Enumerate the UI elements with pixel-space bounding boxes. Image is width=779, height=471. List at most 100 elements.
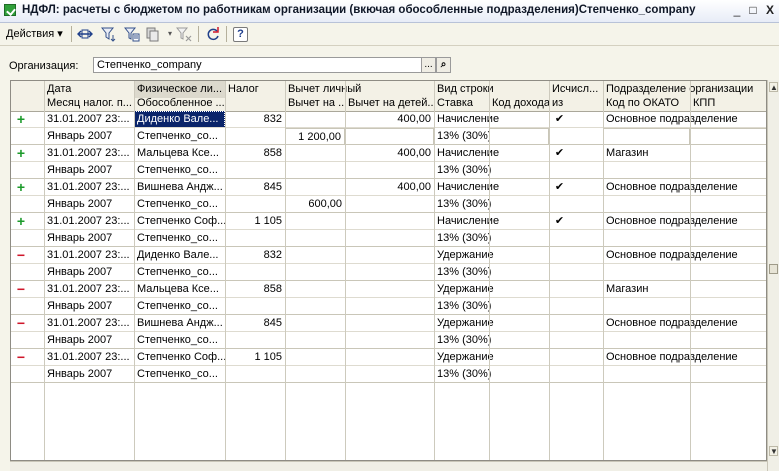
- deduction-children-cell[interactable]: [345, 332, 434, 349]
- okato-cell[interactable]: [603, 128, 690, 145]
- vertical-scrollbar[interactable]: ▲ ▼: [767, 80, 779, 471]
- division-cell[interactable]: Магазин: [603, 145, 766, 162]
- close-button[interactable]: X: [762, 3, 778, 18]
- isolated-division-cell[interactable]: Степченко_со...: [134, 196, 225, 213]
- scroll-up-icon[interactable]: ▲: [769, 82, 778, 92]
- filter-list-icon[interactable]: [123, 26, 140, 42]
- person-cell[interactable]: Диденко Вале...: [134, 111, 225, 128]
- isolated-division-cell[interactable]: Степченко_со...: [134, 298, 225, 315]
- clear-filter-icon[interactable]: [175, 26, 192, 42]
- row-type-cell[interactable]: Удержание: [434, 247, 549, 264]
- date-cell[interactable]: 31.01.2007 23:...: [44, 213, 134, 230]
- isolated-division-cell[interactable]: Степченко_со...: [134, 162, 225, 179]
- check-icon[interactable]: [549, 315, 570, 332]
- row-type-cell[interactable]: Начисление: [434, 213, 549, 230]
- row-type-cell[interactable]: Начисление: [434, 179, 549, 196]
- month-cell[interactable]: Январь 2007: [44, 162, 134, 179]
- organization-select-button[interactable]: ...: [421, 57, 436, 73]
- deduction-personal-cell[interactable]: 400,00: [285, 145, 434, 162]
- deduction-personal-cell[interactable]: 400,00: [285, 179, 434, 196]
- actions-menu[interactable]: Действия ▾: [6, 27, 63, 40]
- date-cell[interactable]: 31.01.2007 23:...: [44, 111, 134, 128]
- col-month[interactable]: Месяц налог. п...: [44, 95, 134, 112]
- month-cell[interactable]: Январь 2007: [44, 230, 134, 247]
- kpp-cell[interactable]: [690, 128, 766, 145]
- income-code-cell[interactable]: [489, 128, 549, 145]
- scroll-down-icon[interactable]: ▼: [769, 446, 778, 456]
- rate-cell[interactable]: 13% (30%): [434, 332, 549, 349]
- col-okato[interactable]: Код по ОКАТО: [603, 95, 690, 112]
- date-cell[interactable]: 31.01.2007 23:...: [44, 349, 134, 366]
- division-cell[interactable]: Магазин: [603, 281, 766, 298]
- row-type-cell[interactable]: Начисление: [434, 111, 549, 128]
- deduction-children-cell[interactable]: [345, 298, 434, 315]
- deduction-personal-cell[interactable]: [285, 349, 434, 366]
- deduction-on-cell[interactable]: [285, 332, 345, 349]
- month-cell[interactable]: Январь 2007: [44, 196, 134, 213]
- division-cell[interactable]: Основное подразделение: [603, 179, 766, 196]
- person-cell[interactable]: Степченко Соф...: [134, 213, 225, 230]
- check-icon[interactable]: [549, 247, 570, 264]
- date-cell[interactable]: 31.01.2007 23:...: [44, 281, 134, 298]
- month-cell[interactable]: Январь 2007: [44, 298, 134, 315]
- division-cell[interactable]: Основное подразделение: [603, 213, 766, 230]
- deduction-on-cell[interactable]: 1 200,00: [285, 128, 345, 145]
- filter-icon[interactable]: [100, 26, 117, 42]
- search-icon[interactable]: ⌕: [436, 57, 451, 73]
- help-icon[interactable]: ?: [233, 27, 248, 42]
- rate-cell[interactable]: 13% (30%): [434, 196, 549, 213]
- tax-cell[interactable]: 832: [225, 111, 285, 128]
- check-icon[interactable]: ✔: [549, 145, 570, 162]
- col-income-code[interactable]: Код дохода: [489, 95, 549, 112]
- deduction-on-cell[interactable]: [285, 298, 345, 315]
- organization-field[interactable]: Степченко_company: [93, 57, 422, 73]
- copy-icon[interactable]: [145, 26, 161, 42]
- deduction-personal-cell[interactable]: [285, 213, 434, 230]
- date-cell[interactable]: 31.01.2007 23:...: [44, 247, 134, 264]
- person-cell[interactable]: Мальцева Ксе...: [134, 145, 225, 162]
- deduction-personal-cell[interactable]: 400,00: [285, 111, 434, 128]
- tax-table[interactable]: Дата Месяц налог. п... Физическое ли... …: [10, 80, 767, 461]
- month-cell[interactable]: Январь 2007: [44, 332, 134, 349]
- scroll-thumb[interactable]: [769, 264, 778, 274]
- check-icon[interactable]: ✔: [549, 179, 570, 196]
- row-type-cell[interactable]: Удержание: [434, 281, 549, 298]
- isolated-division-cell[interactable]: Степченко_со...: [134, 230, 225, 247]
- deduction-on-cell[interactable]: [285, 366, 345, 383]
- division-cell[interactable]: Основное подразделение: [603, 349, 766, 366]
- row-type-cell[interactable]: Удержание: [434, 315, 549, 332]
- deduction-on-cell[interactable]: 600,00: [285, 196, 345, 213]
- person-cell[interactable]: Мальцева Ксе...: [134, 281, 225, 298]
- month-cell[interactable]: Январь 2007: [44, 264, 134, 281]
- deduction-on-cell[interactable]: [285, 230, 345, 247]
- division-cell[interactable]: Основное подразделение: [603, 247, 766, 264]
- person-cell[interactable]: Степченко Соф...: [134, 349, 225, 366]
- rate-cell[interactable]: 13% (30%): [434, 264, 549, 281]
- person-cell[interactable]: Диденко Вале...: [134, 247, 225, 264]
- date-cell[interactable]: 31.01.2007 23:...: [44, 179, 134, 196]
- isolated-division-cell[interactable]: Степченко_со...: [134, 366, 225, 383]
- col-isolated[interactable]: Обособленное ...: [134, 95, 225, 112]
- col-tax[interactable]: Налог: [225, 81, 285, 98]
- rate-cell[interactable]: 13% (30%): [434, 366, 549, 383]
- col-kpp[interactable]: КПП: [690, 95, 766, 112]
- col-calc-sub[interactable]: из: [549, 95, 603, 112]
- refresh-icon[interactable]: [205, 26, 221, 42]
- division-cell[interactable]: Основное подразделение: [603, 315, 766, 332]
- isolated-division-cell[interactable]: Степченко_со...: [134, 332, 225, 349]
- date-cell[interactable]: 31.01.2007 23:...: [44, 315, 134, 332]
- deduction-children-cell[interactable]: [345, 128, 434, 145]
- col-rate[interactable]: Ставка: [434, 95, 489, 112]
- horizontal-scrollbar[interactable]: [10, 461, 767, 471]
- tax-cell[interactable]: 858: [225, 145, 285, 162]
- deduction-personal-cell[interactable]: [285, 315, 434, 332]
- division-cell[interactable]: Основное подразделение: [603, 111, 766, 128]
- rate-cell[interactable]: 13% (30%): [434, 298, 549, 315]
- row-type-cell[interactable]: Начисление: [434, 145, 549, 162]
- tax-cell[interactable]: 845: [225, 179, 285, 196]
- deduction-on-cell[interactable]: [285, 264, 345, 281]
- month-cell[interactable]: Январь 2007: [44, 128, 134, 145]
- tax-cell[interactable]: 832: [225, 247, 285, 264]
- check-icon[interactable]: ✔: [549, 213, 570, 230]
- maximize-button[interactable]: □: [745, 3, 761, 18]
